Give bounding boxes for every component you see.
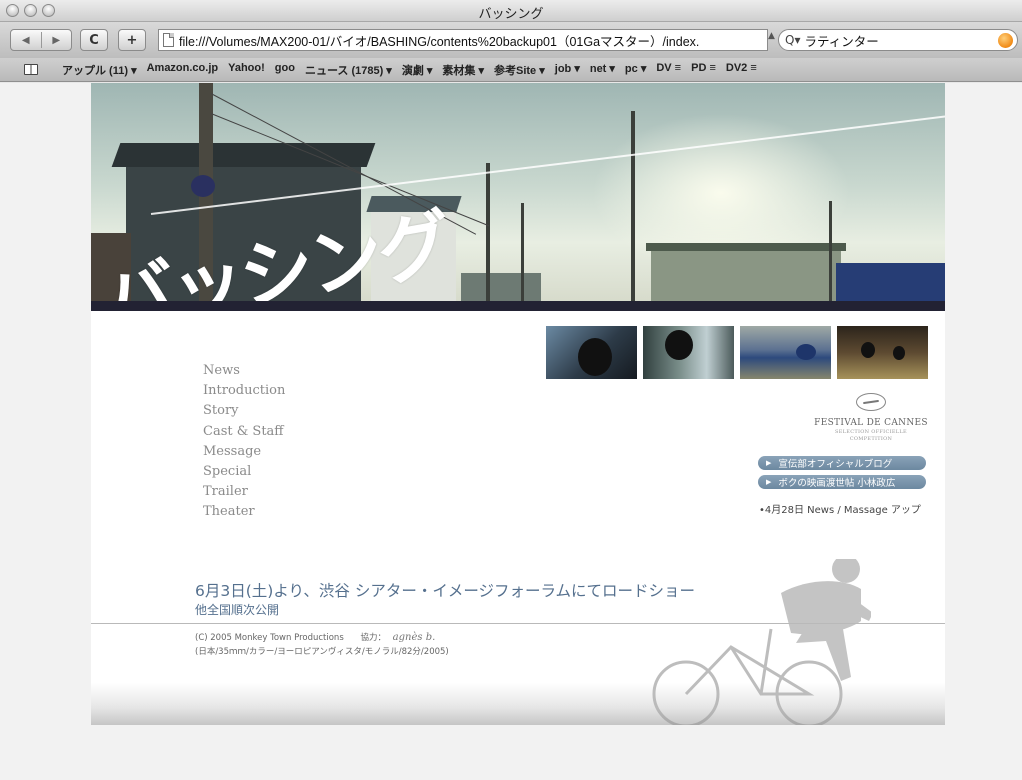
bookmark-item[interactable]: job ▾ <box>555 62 580 78</box>
still-thumbnail[interactable] <box>740 326 831 379</box>
bookmark-item[interactable]: Amazon.co.jp <box>147 62 219 78</box>
bookmark-item[interactable]: Yahoo! <box>228 62 265 78</box>
nav-item-story[interactable]: Story <box>203 401 285 421</box>
bookmarks-book-icon[interactable] <box>24 64 38 75</box>
update-note[interactable]: •4月28日 News / Massage アップ <box>759 501 921 516</box>
nav-item-trailer[interactable]: Trailer <box>203 482 285 502</box>
still-thumbnail[interactable] <box>643 326 734 379</box>
nav-item-news[interactable]: News <box>203 361 285 381</box>
release-subline: 他全国順次公開 <box>195 603 280 617</box>
bookmark-item[interactable]: PD ≡ <box>691 62 716 78</box>
browser-toolbar: ◀ ▶ C + file:///Volumes/MAX200-01/バイオ/BA… <box>0 22 1022 58</box>
bookmarks-list: アップル (11) ▾ Amazon.co.jp Yahoo! goo ニュース (17… <box>62 62 767 78</box>
film-spec: (日本/35ｍｍ/カラー/ヨーロピアンヴィスタ/モノラル/82分/2005) <box>195 647 449 657</box>
bookmark-item[interactable]: 演劇 ▾ <box>402 62 433 78</box>
back-arrow-icon[interactable]: ◀ <box>11 35 41 46</box>
cannes-sub: COMPETITION <box>849 436 893 442</box>
copyright-text: (C) 2005 Monkey Town Productions <box>195 633 344 643</box>
address-bar[interactable]: file:///Volumes/MAX200-01/バイオ/BASHING/co… <box>158 29 768 51</box>
bookmark-item[interactable]: net ▾ <box>590 62 615 78</box>
nav-item-message[interactable]: Message <box>203 442 285 462</box>
still-thumbnail[interactable] <box>546 326 637 379</box>
search-icon[interactable]: Q▾ <box>785 33 800 47</box>
cannes-title: FESTIVAL DE CANNES <box>814 418 928 428</box>
bookmark-item[interactable]: goo <box>275 62 295 78</box>
bookmark-item[interactable]: ニュース (1785) ▾ <box>305 62 392 78</box>
bottom-texture <box>91 683 945 725</box>
reload-button[interactable]: C <box>80 29 108 51</box>
hero-image: バッシング <box>91 83 945 311</box>
search-input[interactable]: ラティンター <box>804 31 878 50</box>
add-bookmark-button[interactable]: + <box>118 29 146 51</box>
nav-item-theater[interactable]: Theater <box>203 502 285 522</box>
official-blog-label: 宣伝部オフィシャルブログ <box>778 459 893 470</box>
still-thumbnails <box>546 326 928 379</box>
forward-arrow-icon[interactable]: ▶ <box>42 35 72 46</box>
official-blog-link[interactable]: ▶ 宣伝部オフィシャルブログ <box>758 456 926 470</box>
site-nav: News Introduction Story Cast & Staff Message… <box>203 361 285 523</box>
kobayashi-blog-link[interactable]: ▶ ボクの映画渡世帖 小林政広 <box>758 475 926 489</box>
bookmark-item[interactable]: 参考Site ▾ <box>494 62 545 78</box>
copyright-credit: (C) 2005 Monkey Town Productions 協力： agn… <box>195 631 435 643</box>
address-arrow-icon[interactable]: ▲ <box>768 31 775 41</box>
play-arrow-icon: ▶ <box>766 478 772 486</box>
bookmark-item[interactable]: DV ≡ <box>656 62 681 78</box>
nav-item-cast-staff[interactable]: Cast & Staff <box>203 422 285 442</box>
bookmark-item[interactable]: 素材集 ▾ <box>442 62 484 78</box>
window-title: バッシング <box>478 7 544 22</box>
window-titlebar: バッシング <box>0 0 1022 22</box>
play-arrow-icon: ▶ <box>766 459 772 467</box>
kobayashi-blog-label: ボクの映画渡世帖 小林政広 <box>778 478 896 489</box>
agnes-b-signature: agnès b. <box>392 632 436 643</box>
address-input[interactable]: file:///Volumes/MAX200-01/バイオ/BASHING/co… <box>179 31 699 50</box>
bookmark-item[interactable]: DV2 ≡ <box>726 62 757 78</box>
release-headline: 6月3日(土)より、渋谷 シアター・イメージフォーラムにてロードショー <box>195 582 696 600</box>
nav-item-introduction[interactable]: Introduction <box>203 381 285 401</box>
bookmark-item[interactable]: アップル (11) ▾ <box>62 62 137 78</box>
divider <box>91 623 945 624</box>
still-thumbnail[interactable] <box>837 326 928 379</box>
cooperation-label: 協力： <box>360 633 386 643</box>
search-field[interactable]: Q▾ ラティンター <box>778 29 1018 51</box>
palme-logo-icon <box>856 393 886 411</box>
cannes-badge: FESTIVAL DE CANNES SELECTION OFFICIELLE … <box>813 393 929 442</box>
snapback-icon[interactable] <box>998 33 1013 48</box>
nav-item-special[interactable]: Special <box>203 462 285 482</box>
bookmarks-bar: アップル (11) ▾ Amazon.co.jp Yahoo! goo ニュース (17… <box>0 58 1022 82</box>
back-forward-buttons[interactable]: ◀ ▶ <box>10 29 72 51</box>
page-icon <box>163 33 174 47</box>
cannes-sub: SELECTION OFFICIELLE <box>835 429 907 435</box>
page-viewport: バッシング News Introduction Story Cast & Staff M… <box>0 83 1022 780</box>
bookmark-item[interactable]: pc ▾ <box>625 62 646 78</box>
site-page: バッシング News Introduction Story Cast & Staff M… <box>91 83 945 725</box>
